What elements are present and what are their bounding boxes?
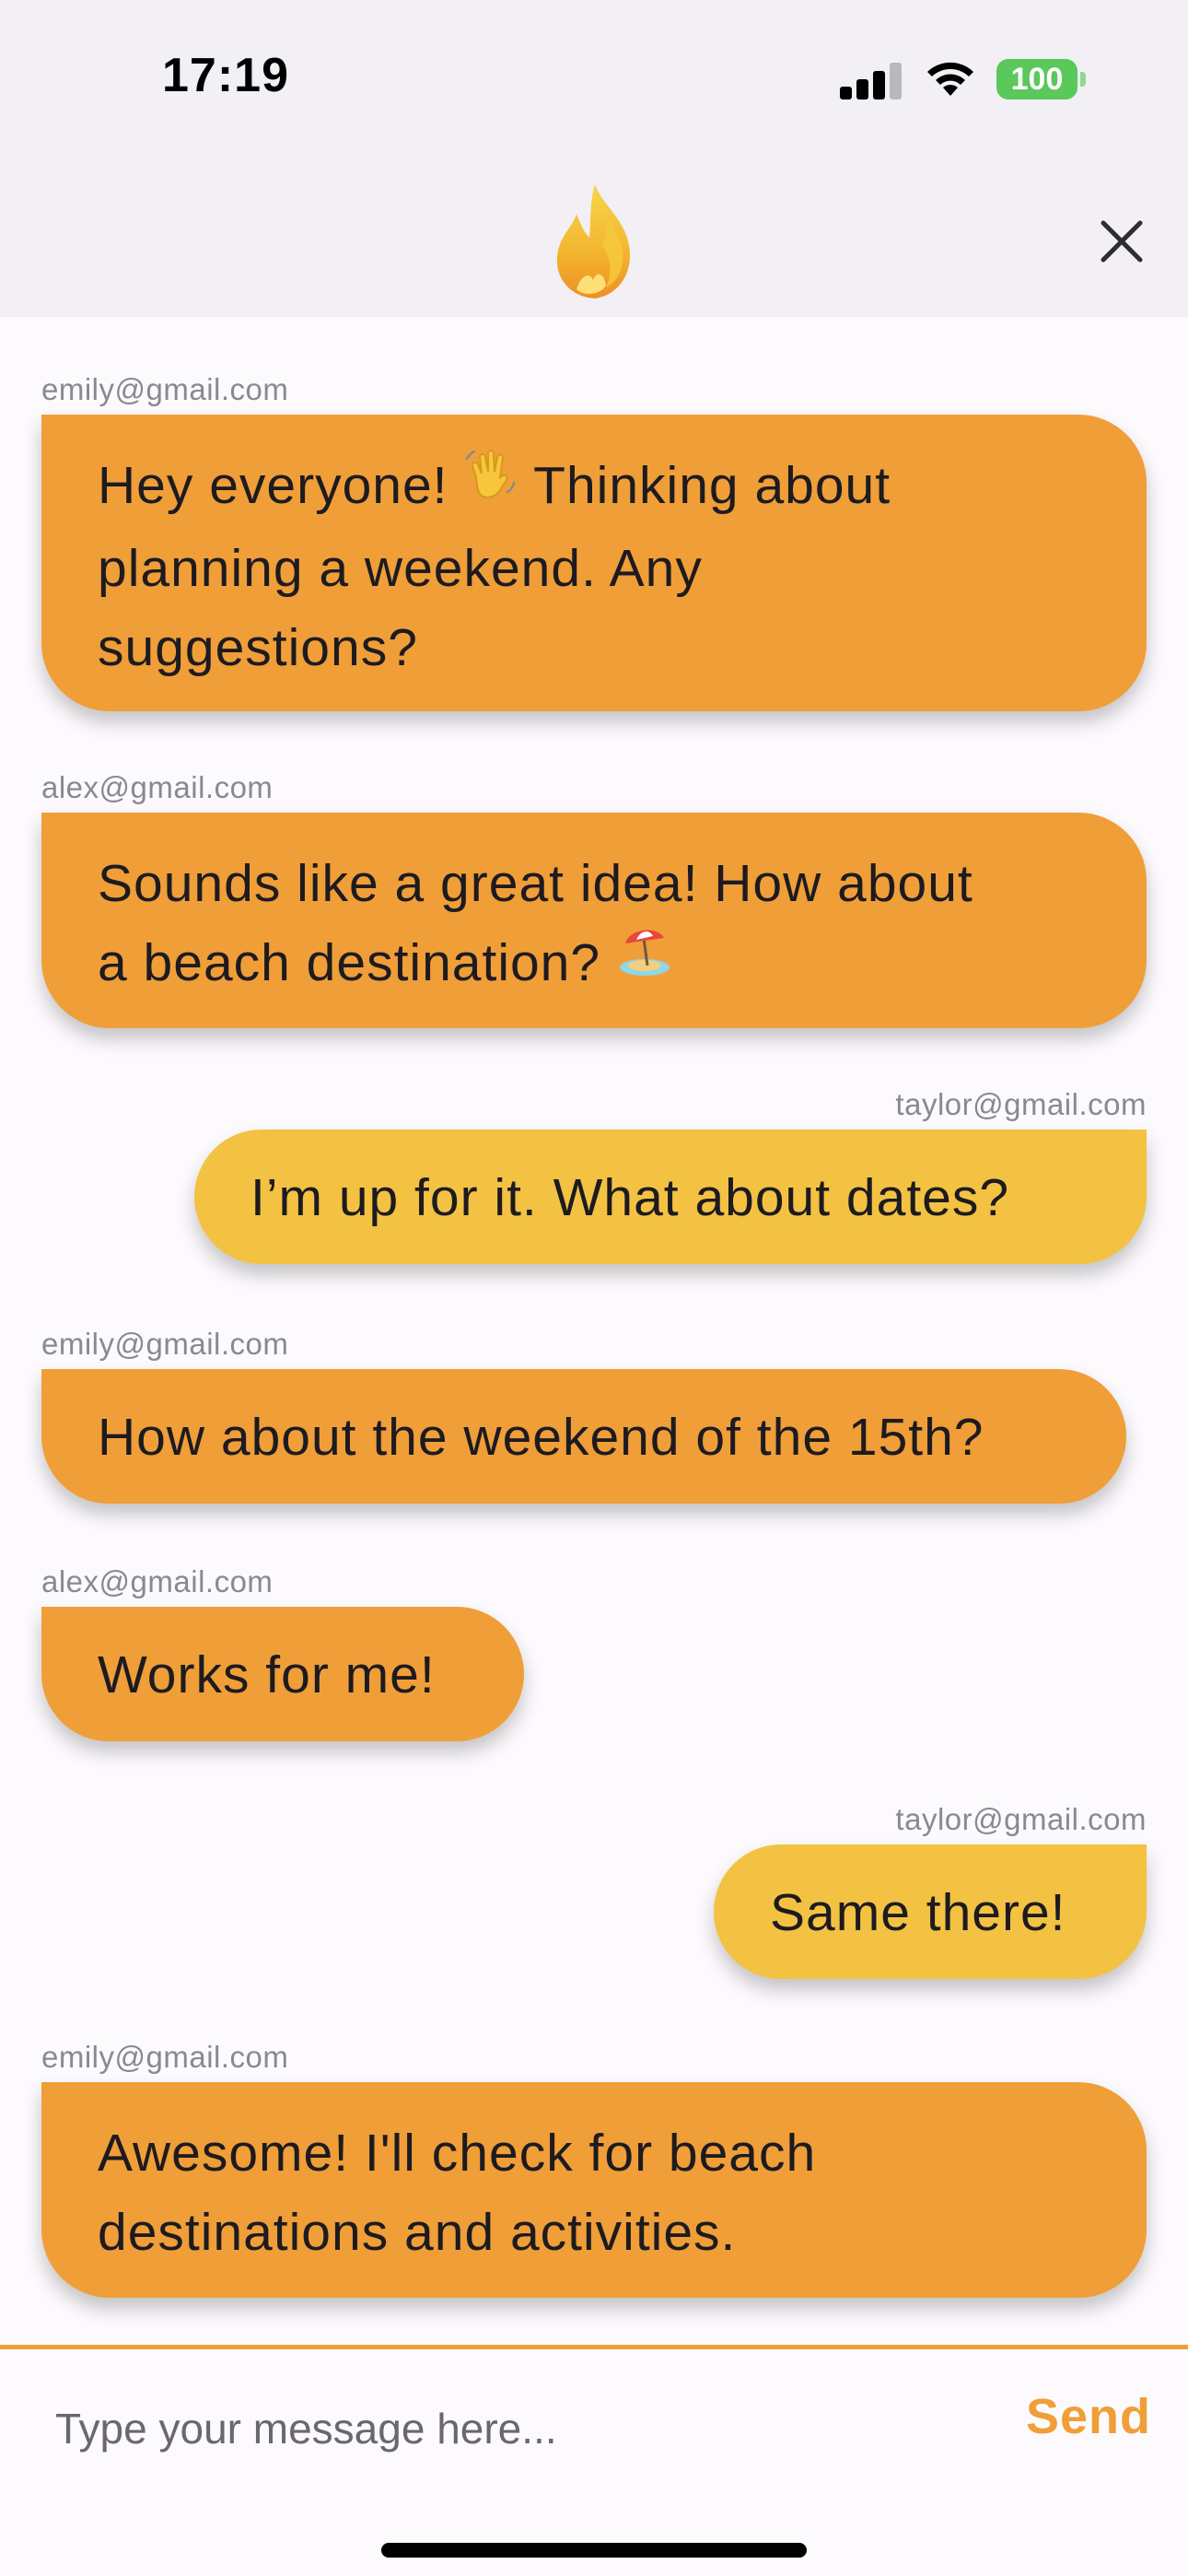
message-sender: alex@gmail.com <box>41 1564 274 1598</box>
wifi-icon <box>927 62 973 96</box>
message-list[interactable]: emily@gmail.com Hey everyone! Thinking a… <box>0 317 1188 2344</box>
flame-logo-icon <box>556 184 631 299</box>
battery-icon: 100 <box>996 59 1077 100</box>
home-indicator[interactable] <box>381 2543 807 2558</box>
message-bubble: Awesome! I'll check for beach destinatio… <box>41 2082 1147 2298</box>
battery-nub <box>1080 72 1086 87</box>
message-sender: taylor@gmail.com <box>895 1087 1147 1121</box>
message-bubble: I’m up for it. What about dates? <box>194 1130 1147 1264</box>
message-bubble: Same there! <box>714 1844 1147 1979</box>
message-line: planning a weekend. Any <box>98 538 703 598</box>
beach-umbrella-emoji <box>616 921 673 1001</box>
message-sender: alex@gmail.com <box>41 770 274 804</box>
message-sender: emily@gmail.com <box>41 372 289 406</box>
message-line: I’m up for it. What about dates? <box>250 1168 1010 1227</box>
message-line: destinations and activities. <box>98 2203 737 2262</box>
message-bubble: How about the weekend of the 15th? <box>41 1369 1126 1504</box>
message-sender: emily@gmail.com <box>41 1327 289 1361</box>
message-bubble: Sounds like a great idea! How about a be… <box>41 813 1147 1028</box>
app-header: 17:19 100 <box>0 0 1188 317</box>
message-line: a beach destination? <box>98 923 1091 1006</box>
message-line: Awesome! I'll check for beach <box>98 2124 817 2183</box>
message-bubble: Hey everyone! Thinking about planning a … <box>41 415 1147 711</box>
message-line: How about the weekend of the 15th? <box>98 1408 984 1467</box>
message-line: Same there! <box>770 1883 1066 1942</box>
message-line: suggestions? <box>98 617 418 677</box>
status-time: 17:19 <box>162 49 289 102</box>
message-sender: taylor@gmail.com <box>895 1802 1147 1836</box>
message-bubble: Works for me! <box>41 1607 524 1741</box>
send-button[interactable]: Send <box>1026 2388 1151 2445</box>
message-sender: emily@gmail.com <box>41 2040 289 2074</box>
message-composer: Send <box>0 2349 1188 2576</box>
close-icon[interactable] <box>1092 212 1151 271</box>
waving-hand-emoji <box>463 444 518 523</box>
battery-level: 100 <box>1010 62 1064 97</box>
cellular-signal-icon <box>840 61 903 100</box>
message-input[interactable] <box>55 2395 939 2462</box>
message-line: Sounds like a great idea! How about <box>98 854 973 913</box>
message-line: Hey everyone! Thinking about <box>98 446 1091 529</box>
message-line: Works for me! <box>98 1645 436 1704</box>
